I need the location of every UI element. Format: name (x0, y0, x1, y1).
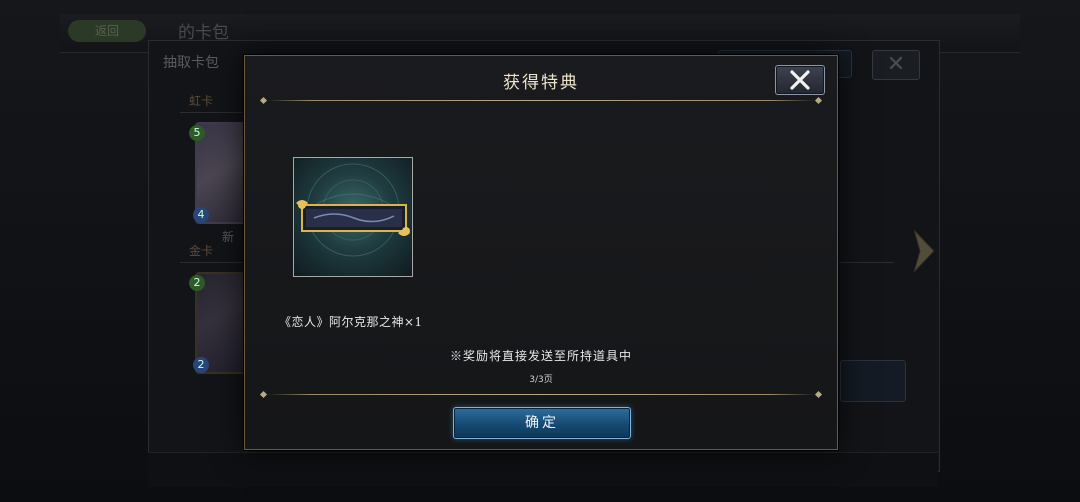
section-label-rainbow: 虹卡 (189, 94, 214, 108)
panel-subtitle: 抽取卡包 (163, 55, 219, 71)
section-label-gold: 金卡 (189, 244, 214, 258)
delivery-note: ※奖励将直接发送至所持道具中 (449, 349, 632, 363)
card-attack: 4 (193, 207, 209, 223)
reward-item-thumbnail[interactable] (293, 157, 413, 277)
section-divider (180, 262, 250, 263)
chevron-right-icon (913, 229, 935, 273)
confirm-button[interactable]: 确定 (453, 407, 631, 439)
side-panel-button[interactable] (840, 360, 906, 402)
title-divider (257, 96, 825, 105)
section-divider (180, 112, 250, 113)
reward-item-name: 《恋人》阿尔克那之神×1 (279, 315, 423, 329)
footer-divider (257, 390, 825, 399)
card-cost: 2 (189, 275, 205, 291)
dialog-title: 获得特典 (503, 73, 579, 93)
back-button[interactable]: 返回 (68, 20, 146, 42)
card-cost: 5 (189, 125, 205, 141)
new-badge: 新 (222, 230, 235, 244)
panel-close-button[interactable]: ✕ (872, 50, 920, 80)
bottom-toolbar (148, 452, 938, 487)
card-attack: 2 (193, 357, 209, 373)
emblem-frame-icon (296, 163, 410, 257)
next-page-arrow[interactable] (912, 228, 936, 278)
reward-dialog: 获得特典 《恋人》阿尔克那之神×1 ※奖励将直接发送至所持道具中 3/3页 确定 (244, 55, 838, 450)
close-button[interactable] (775, 65, 825, 95)
close-icon (790, 70, 810, 90)
section-divider (838, 262, 894, 263)
page-indicator: 3/3页 (529, 375, 553, 385)
